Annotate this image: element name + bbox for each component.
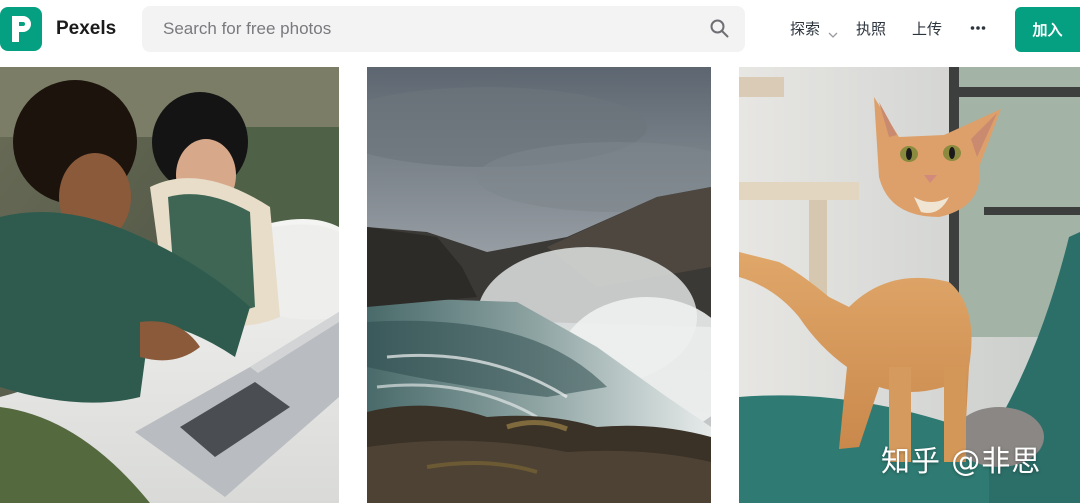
- search-icon[interactable]: [710, 19, 729, 42]
- nav-explore[interactable]: 探索: [790, 18, 820, 39]
- more-menu-icon[interactable]: [970, 20, 986, 40]
- join-button[interactable]: 加入: [1015, 7, 1080, 52]
- waterfall-image: [367, 67, 711, 503]
- top-navigation-bar: Pexels 探索 执照 上传 加入: [0, 0, 1080, 58]
- photo-women-laptop[interactable]: [0, 67, 339, 503]
- pexels-logo-link[interactable]: Pexels: [0, 7, 116, 51]
- nav-upload[interactable]: 上传: [912, 18, 942, 39]
- zhihu-watermark: 知乎 @非思: [881, 444, 1042, 478]
- women-laptop-image: [0, 67, 339, 503]
- search-bar: [142, 6, 745, 52]
- nav-license[interactable]: 执照: [856, 18, 886, 39]
- brand-name: Pexels: [56, 18, 117, 39]
- search-input[interactable]: [161, 18, 685, 40]
- pexels-logo-icon: [0, 7, 42, 51]
- photo-waterfall[interactable]: [367, 67, 711, 503]
- chevron-down-icon[interactable]: [828, 24, 838, 43]
